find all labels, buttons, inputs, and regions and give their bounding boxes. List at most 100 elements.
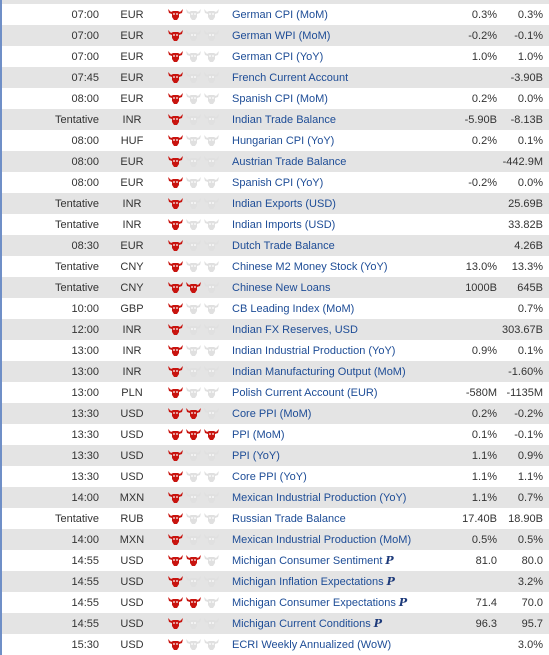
event-link[interactable]: Polish Current Account (EUR) — [232, 387, 378, 399]
event-link[interactable]: Mexican Industrial Production (YoY) — [232, 492, 406, 504]
event-link[interactable]: Core PPI (MoM) — [232, 408, 311, 420]
event-name[interactable]: German WPI (MoM) — [227, 30, 487, 42]
event-link[interactable]: ECRI Weekly Annualized (WoW) — [232, 639, 391, 651]
event-name[interactable]: Indian Trade Balance — [227, 114, 487, 126]
event-link[interactable]: Spanish CPI (MoM) — [232, 93, 328, 105]
event-link[interactable]: Spanish CPI (YoY) — [232, 177, 323, 189]
event-link[interactable]: Indian Exports (USD) — [232, 198, 336, 210]
actual-value: 17.40B — [462, 512, 497, 525]
event-link[interactable]: German CPI (YoY) — [232, 51, 323, 63]
event-link[interactable]: Michigan Consumer Expectations — [232, 597, 396, 609]
forecast-value: -1135M — [506, 386, 543, 399]
event-name[interactable]: Michigan Current Conditions P — [227, 617, 487, 630]
event-name[interactable]: Russian Trade Balance — [227, 513, 487, 525]
event-link[interactable]: Chinese M2 Money Stock (YoY) — [232, 261, 388, 273]
event-name[interactable]: Indian Imports (USD) — [227, 219, 487, 231]
table-row: 07:00 EUR German CPI (MoM) 0.3% 0.3% — [2, 4, 549, 25]
actual-value: 0.9% — [471, 344, 497, 357]
event-link[interactable]: Mexican Industrial Production (MoM) — [232, 534, 411, 546]
actual-value: 0.2% — [471, 134, 497, 147]
importance-rating — [165, 533, 227, 546]
event-link[interactable]: PPI (YoY) — [232, 450, 280, 462]
event-link[interactable]: Dutch Trade Balance — [232, 240, 335, 252]
event-name[interactable]: CB Leading Index (MoM) — [227, 303, 487, 315]
event-name[interactable]: Chinese New Loans — [227, 282, 487, 294]
event-name[interactable]: Core PPI (MoM) — [227, 408, 487, 420]
event-time: 07:45 — [71, 71, 99, 84]
event-name[interactable]: Michigan Consumer Expectations P — [227, 596, 487, 609]
bull-icon-inactive — [203, 155, 220, 168]
event-name[interactable]: Mexican Industrial Production (YoY) — [227, 492, 487, 504]
bull-icon-inactive — [203, 512, 220, 525]
bull-icon-active — [167, 176, 184, 189]
forecast-value: 70.0 — [521, 596, 543, 609]
bull-icon-inactive — [185, 638, 202, 651]
event-name[interactable]: Spanish CPI (YoY) — [227, 177, 487, 189]
event-name[interactable]: Indian Exports (USD) — [227, 198, 487, 210]
actual-value: 1.1% — [471, 449, 497, 462]
event-link[interactable]: PPI (MoM) — [232, 429, 285, 441]
event-name[interactable]: Indian FX Reserves, USD — [227, 324, 487, 336]
event-link[interactable]: German WPI (MoM) — [232, 30, 330, 42]
event-currency: INR — [122, 197, 142, 210]
bull-icon-active — [167, 365, 184, 378]
event-name[interactable]: Core PPI (YoY) — [227, 471, 487, 483]
event-link[interactable]: Indian Industrial Production (YoY) — [232, 345, 395, 357]
bull-icon-inactive — [203, 71, 220, 84]
event-name[interactable]: German CPI (YoY) — [227, 51, 487, 63]
event-name[interactable]: French Current Account — [227, 72, 487, 84]
event-link[interactable]: Indian Imports (USD) — [232, 219, 335, 231]
bull-icon-inactive — [185, 134, 202, 147]
event-currency: INR — [122, 323, 142, 336]
event-name[interactable]: Spanish CPI (MoM) — [227, 93, 487, 105]
event-link[interactable]: Russian Trade Balance — [232, 513, 346, 525]
event-link[interactable]: CB Leading Index (MoM) — [232, 303, 354, 315]
actual-value: -0.2% — [468, 176, 497, 189]
event-name[interactable]: Chinese M2 Money Stock (YoY) — [227, 261, 487, 273]
event-name[interactable]: Indian Industrial Production (YoY) — [227, 345, 487, 357]
event-link[interactable]: Indian Trade Balance — [232, 114, 336, 126]
event-name[interactable]: Austrian Trade Balance — [227, 156, 487, 168]
event-name[interactable]: PPI (MoM) — [227, 429, 487, 441]
event-name[interactable]: Polish Current Account (EUR) — [227, 387, 487, 399]
event-name[interactable]: Mexican Industrial Production (MoM) — [227, 534, 487, 546]
actual-value: -5.90B — [464, 113, 497, 126]
event-link[interactable]: Indian Manufacturing Output (MoM) — [232, 366, 406, 378]
event-link[interactable]: Michigan Current Conditions — [232, 618, 371, 630]
event-time: 08:00 — [71, 155, 99, 168]
bull-icon-inactive — [203, 29, 220, 42]
table-row: Tentative INR Indian Imports (USD) 33.82… — [2, 214, 549, 235]
importance-rating — [165, 176, 227, 189]
table-row: 14:00 MXN Mexican Industrial Production … — [2, 529, 549, 550]
forecast-value: 4.26B — [514, 239, 543, 252]
event-link[interactable]: Indian FX Reserves, USD — [232, 324, 358, 336]
event-link[interactable]: Core PPI (YoY) — [232, 471, 307, 483]
event-time: 07:00 — [71, 50, 99, 63]
event-link[interactable]: Austrian Trade Balance — [232, 156, 346, 168]
event-name[interactable]: Michigan Inflation Expectations P — [227, 575, 487, 588]
event-link[interactable]: Chinese New Loans — [232, 282, 330, 294]
event-link[interactable]: Hungarian CPI (YoY) — [232, 135, 334, 147]
bull-icon-inactive — [203, 218, 220, 231]
event-link[interactable]: Michigan Inflation Expectations — [232, 576, 384, 588]
event-name[interactable]: Hungarian CPI (YoY) — [227, 135, 487, 147]
bull-icon-active — [185, 596, 202, 609]
event-name[interactable]: German CPI (MoM) — [227, 9, 487, 21]
event-link[interactable]: French Current Account — [232, 72, 348, 84]
table-row: Tentative RUB Russian Trade Balance 17.4… — [2, 508, 549, 529]
actual-value: 0.2% — [471, 92, 497, 105]
event-name[interactable]: ECRI Weekly Annualized (WoW) — [227, 639, 487, 651]
event-link[interactable]: Michigan Consumer Sentiment — [232, 555, 382, 567]
bull-icon-inactive — [203, 281, 220, 294]
event-name[interactable]: Indian Manufacturing Output (MoM) — [227, 366, 487, 378]
preliminary-badge: P — [385, 554, 394, 567]
event-name[interactable]: PPI (YoY) — [227, 450, 487, 462]
bull-icon-inactive — [185, 71, 202, 84]
bull-icon-active — [167, 449, 184, 462]
event-name[interactable]: Dutch Trade Balance — [227, 240, 487, 252]
table-row: 13:00 INR Indian Manufacturing Output (M… — [2, 361, 549, 382]
actual-value: 1000B — [465, 281, 497, 294]
event-name[interactable]: Michigan Consumer Sentiment P — [227, 554, 487, 567]
bull-icon-inactive — [203, 638, 220, 651]
event-link[interactable]: German CPI (MoM) — [232, 9, 328, 21]
